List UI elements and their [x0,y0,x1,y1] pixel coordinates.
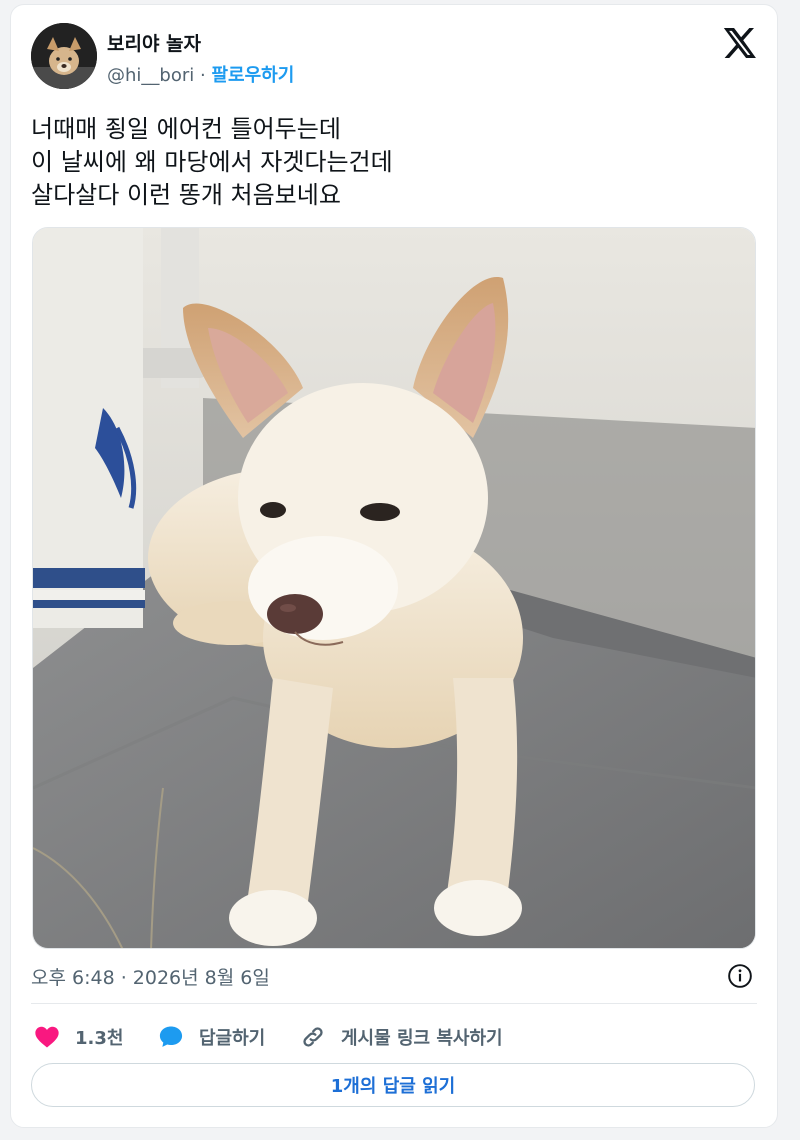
author-name[interactable]: 보리야 놀자 [107,29,201,56]
heart-icon [33,1023,61,1051]
speech-bubble-icon [157,1023,185,1051]
tweet-photo[interactable] [32,227,756,949]
reply-label: 답글하기 [199,1028,266,1049]
dog-photo-image [33,228,755,948]
link-icon [299,1023,327,1051]
tweet-text: 너때매 죙일 에어컨 틀어두는데 이 날씨에 왜 마당에서 자겟다는건데 살다살… [31,113,751,212]
avatar[interactable] [31,23,97,89]
tweet-line: 이 날씨에 왜 마당에서 자겟다는건데 [31,148,393,176]
author-handle[interactable]: @hi__bori [107,65,194,86]
copy-link-button[interactable]: 게시물 링크 복사하기 [299,1019,503,1055]
like-button[interactable]: 1.3천 [33,1019,123,1055]
tweet-line: 살다살다 이런 똥개 처음보네요 [31,181,341,209]
read-replies-button[interactable]: 1개의 답글 읽기 [31,1063,755,1107]
copy-link-label: 게시물 링크 복사하기 [341,1028,503,1049]
info-icon[interactable] [727,963,753,989]
like-count: 1.3천 [75,1028,124,1049]
tweet-card: 보리야 놀자 @hi__bori · 팔로우하기 너때매 죙일 에어컨 틀어두는… [10,4,778,1128]
avatar-image [31,23,97,89]
tweet-line: 너때매 죙일 에어컨 틀어두는데 [31,115,341,143]
divider [31,1003,757,1004]
author-handle-row: @hi__bori · 팔로우하기 [107,61,294,87]
timestamp[interactable]: 오후 6:48 · 2026년 8월 6일 [31,963,270,990]
action-bar: 1.3천 답글하기 게시물 링크 복사하기 [33,1019,753,1055]
x-logo-icon[interactable] [721,25,757,61]
reply-button[interactable]: 답글하기 [157,1019,265,1055]
handle-separator: · [199,65,206,86]
follow-button[interactable]: 팔로우하기 [211,65,294,86]
